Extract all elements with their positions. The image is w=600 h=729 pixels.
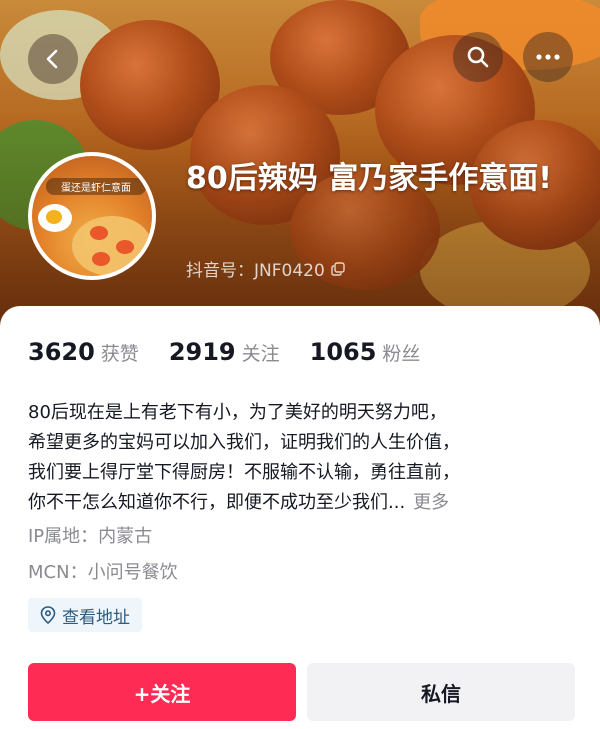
bio-line: 80后现在是上有老下有小，为了美好的明天努力吧，	[28, 402, 447, 423]
bio-line-last: 你不干怎么知道你不行，即便不成功至少我们... 更多	[28, 488, 578, 518]
douyin-id-text: 抖音号：JNF0420	[186, 261, 325, 281]
stat-likes[interactable]: 3620 获赞	[28, 338, 139, 366]
location-pin-icon	[40, 606, 56, 624]
stat-value: 1065	[309, 338, 377, 366]
more-icon	[536, 54, 560, 60]
avatar-decoration	[46, 210, 62, 224]
profile-bio: 80后现在是上有老下有小，为了美好的明天努力吧， 希望更多的宝妈可以加入我们，证…	[28, 398, 578, 518]
bio-more-link[interactable]: 更多	[413, 492, 449, 513]
mcn-info: MCN：小问号餐饮	[28, 562, 178, 583]
stat-value: 2919	[168, 338, 236, 366]
bio-line: 希望更多的宝妈可以加入我们，证明我们的人生价值，	[28, 432, 460, 453]
view-address-chip[interactable]: 查看地址	[28, 598, 142, 632]
search-button[interactable]	[453, 32, 503, 82]
avatar-decoration	[90, 226, 108, 240]
avatar-decoration	[72, 216, 152, 276]
douyin-id[interactable]: 抖音号：JNF0420	[186, 256, 345, 281]
more-button[interactable]	[523, 32, 573, 82]
bio-line: 你不干怎么知道你不行，即便不成功至少我们...	[28, 492, 406, 513]
avatar-caption: 蛋还是虾仁意面	[46, 178, 146, 195]
chevron-left-icon	[46, 49, 58, 69]
stat-label: 粉丝	[382, 343, 421, 365]
stat-value: 3620	[28, 338, 95, 366]
back-button[interactable]	[28, 34, 78, 84]
stat-followers[interactable]: 1065 粉丝	[310, 338, 421, 366]
stats-row: 3620 获赞 2919 关注 1065 粉丝	[28, 338, 450, 366]
stat-label: 关注	[241, 343, 280, 365]
profile-card: 3620 获赞 2919 关注 1065 粉丝 80后现在是上有老下有小，为了美…	[0, 306, 600, 729]
follow-button[interactable]: +关注	[28, 663, 296, 721]
bio-line: 我们要上得厅堂下得厨房！不服输不认输，勇往直前，	[28, 462, 460, 483]
profile-nickname: 80后辣妈 富乃家手作意面!	[186, 161, 552, 196]
message-button[interactable]: 私信	[307, 663, 575, 721]
view-address-label: 查看地址	[62, 607, 130, 628]
search-icon	[467, 46, 489, 68]
ip-location: IP属地：内蒙古	[28, 526, 153, 547]
avatar[interactable]: 蛋还是虾仁意面	[28, 152, 156, 280]
stat-label: 获赞	[100, 343, 139, 365]
avatar-decoration	[116, 240, 134, 254]
avatar-decoration	[92, 252, 110, 266]
copy-icon[interactable]	[331, 261, 345, 276]
stat-following[interactable]: 2919 关注	[169, 338, 280, 366]
